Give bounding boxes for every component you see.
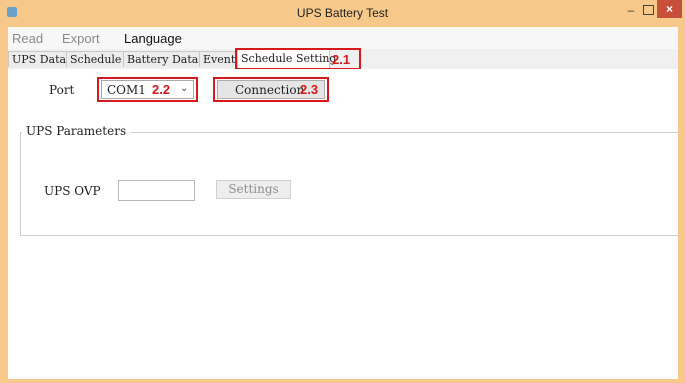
ups-ovp-label: UPS OVP: [44, 184, 101, 198]
title-bar[interactable]: UPS Battery Test – ×: [0, 0, 685, 27]
ups-ovp-input[interactable]: [118, 180, 195, 201]
annotation-label-port: 2.2: [152, 82, 171, 97]
annotation-box-tab: 2.1: [235, 48, 361, 70]
close-button[interactable]: ×: [657, 0, 682, 18]
connection-button[interactable]: Connection 2.3: [217, 80, 325, 99]
maximize-button[interactable]: [643, 5, 654, 15]
menu-bar: Read Export Language: [8, 27, 678, 49]
tab-strip: UPS Data Schedule Battery Data Event Sch…: [8, 48, 678, 70]
port-select[interactable]: COM1 2.2 ⌄: [101, 80, 194, 99]
annotation-label-tab: 2.1: [332, 52, 351, 67]
tab-schedule[interactable]: Schedule: [66, 51, 124, 67]
tab-event[interactable]: Event: [199, 51, 237, 67]
menu-read[interactable]: Read: [12, 31, 43, 46]
menu-export[interactable]: Export: [62, 31, 100, 46]
tab-battery-data[interactable]: Battery Data: [123, 51, 200, 67]
minimize-button[interactable]: –: [623, 4, 639, 18]
connection-button-label: Connection: [235, 83, 305, 97]
port-label: Port: [49, 83, 75, 97]
annotation-label-connection: 2.3: [300, 82, 319, 97]
app-window: UPS Battery Test – × Read Export Languag…: [0, 0, 685, 383]
port-select-value: COM1: [107, 83, 146, 97]
window-title: UPS Battery Test: [296, 6, 389, 20]
ups-parameters-title: UPS Parameters: [22, 124, 131, 138]
client-area: Read Export Language UPS Data Schedule B…: [8, 27, 680, 379]
chevron-down-icon: ⌄: [180, 83, 189, 94]
settings-button[interactable]: Settings: [216, 180, 291, 199]
menu-language[interactable]: Language: [124, 31, 182, 46]
schedule-setting-page: Port COM1 2.2 ⌄ Connection 2.3 UPS Param…: [8, 69, 680, 379]
tab-ups-data[interactable]: UPS Data: [8, 51, 67, 67]
